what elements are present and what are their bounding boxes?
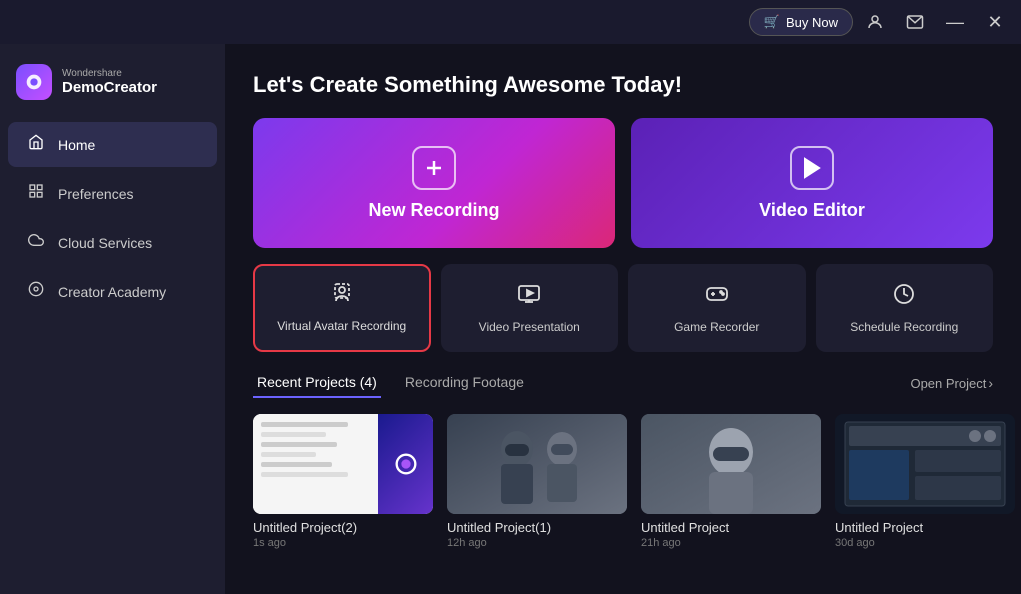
user-icon xyxy=(866,13,884,31)
project-time: 12h ago xyxy=(447,537,627,549)
academy-icon xyxy=(26,281,46,302)
sidebar-item-cloud-services[interactable]: Cloud Services xyxy=(8,220,217,265)
sidebar-item-home[interactable]: Home xyxy=(8,122,217,167)
project-name: Untitled Project(2) xyxy=(253,520,433,535)
project-time: 30d ago xyxy=(835,537,1015,549)
virtual-avatar-label: Virtual Avatar Recording xyxy=(273,319,410,335)
cart-icon: 🛒 xyxy=(764,14,780,30)
sidebar-item-home-label: Home xyxy=(58,137,95,153)
home-icon xyxy=(26,134,46,155)
game-recorder-label: Game Recorder xyxy=(674,320,759,334)
chevron-right-icon: › xyxy=(988,375,993,391)
tabs: Recent Projects (4) Recording Footage xyxy=(253,368,548,398)
top-cards: New Recording Video Editor xyxy=(253,118,993,248)
virtual-avatar-icon xyxy=(330,281,354,311)
project-name: Untitled Project(1) xyxy=(447,520,627,535)
sidebar-item-preferences[interactable]: Preferences xyxy=(8,171,217,216)
new-recording-label: New Recording xyxy=(368,200,499,221)
app-body: Wondershare DemoCreator Home Preferenc xyxy=(0,44,1021,594)
sub-card-schedule-recording[interactable]: Schedule Recording xyxy=(816,264,994,352)
mail-icon xyxy=(906,13,924,31)
new-recording-card[interactable]: New Recording xyxy=(253,118,615,248)
video-presentation-icon xyxy=(517,282,541,312)
cloud-icon xyxy=(26,232,46,253)
project-item[interactable]: Untitled Project(1) 12h ago xyxy=(447,414,627,549)
buy-now-label: Buy Now xyxy=(786,15,838,30)
tab-recent-projects[interactable]: Recent Projects (4) xyxy=(253,368,381,398)
mail-icon-button[interactable] xyxy=(897,6,933,38)
close-button[interactable]: ✕ xyxy=(977,6,1013,38)
sub-card-game-recorder[interactable]: Game Recorder xyxy=(628,264,806,352)
sub-card-virtual-avatar[interactable]: Virtual Avatar Recording xyxy=(253,264,431,352)
game-recorder-icon xyxy=(705,282,729,312)
user-icon-button[interactable] xyxy=(857,6,893,38)
logo-text: Wondershare DemoCreator xyxy=(62,68,157,96)
logo-subtitle: Wondershare xyxy=(62,68,157,79)
project-thumbnail xyxy=(641,414,821,514)
brand-icon xyxy=(23,71,45,93)
project-item[interactable]: Untitled Project 21h ago xyxy=(641,414,821,549)
titlebar: 🛒 Buy Now — ✕ xyxy=(0,0,1021,44)
project-item[interactable]: Untitled Project 30d ago xyxy=(835,414,1015,549)
sidebar-item-preferences-label: Preferences xyxy=(58,186,133,202)
project-time: 21h ago xyxy=(641,537,821,549)
schedule-recording-icon xyxy=(892,282,916,312)
minimize-button[interactable]: — xyxy=(937,6,973,38)
new-recording-icon xyxy=(412,146,456,190)
logo-title: DemoCreator xyxy=(62,79,157,96)
logo-icon xyxy=(16,64,52,100)
open-project-link[interactable]: Open Project › xyxy=(910,375,993,391)
tabs-row: Recent Projects (4) Recording Footage Op… xyxy=(253,368,993,398)
schedule-recording-label: Schedule Recording xyxy=(850,320,958,334)
project-thumbnail xyxy=(447,414,627,514)
video-editor-label: Video Editor xyxy=(759,200,865,221)
sidebar-item-creator-academy[interactable]: Creator Academy xyxy=(8,269,217,314)
project-thumbnail xyxy=(253,414,433,514)
project-name: Untitled Project xyxy=(835,520,1015,535)
video-editor-card[interactable]: Video Editor xyxy=(631,118,993,248)
sub-card-video-presentation[interactable]: Video Presentation xyxy=(441,264,619,352)
projects-grid: Untitled Project(2) 1s ago xyxy=(253,414,993,549)
tab-recording-footage[interactable]: Recording Footage xyxy=(401,368,528,398)
sidebar-item-cloud-label: Cloud Services xyxy=(58,235,152,251)
sub-cards: Virtual Avatar Recording Video Presentat… xyxy=(253,264,993,352)
sidebar: Wondershare DemoCreator Home Preferenc xyxy=(0,44,225,594)
project-time: 1s ago xyxy=(253,537,433,549)
project-name: Untitled Project xyxy=(641,520,821,535)
video-editor-icon xyxy=(790,146,834,190)
page-title: Let's Create Something Awesome Today! xyxy=(253,72,993,98)
project-item[interactable]: Untitled Project(2) 1s ago xyxy=(253,414,433,549)
logo-area: Wondershare DemoCreator xyxy=(0,56,225,120)
buy-now-button[interactable]: 🛒 Buy Now xyxy=(749,8,853,36)
sidebar-item-academy-label: Creator Academy xyxy=(58,284,166,300)
project-thumbnail xyxy=(835,414,1015,514)
video-presentation-label: Video Presentation xyxy=(479,320,580,334)
preferences-icon xyxy=(26,183,46,204)
main-content: Let's Create Something Awesome Today! Ne… xyxy=(225,44,1021,594)
